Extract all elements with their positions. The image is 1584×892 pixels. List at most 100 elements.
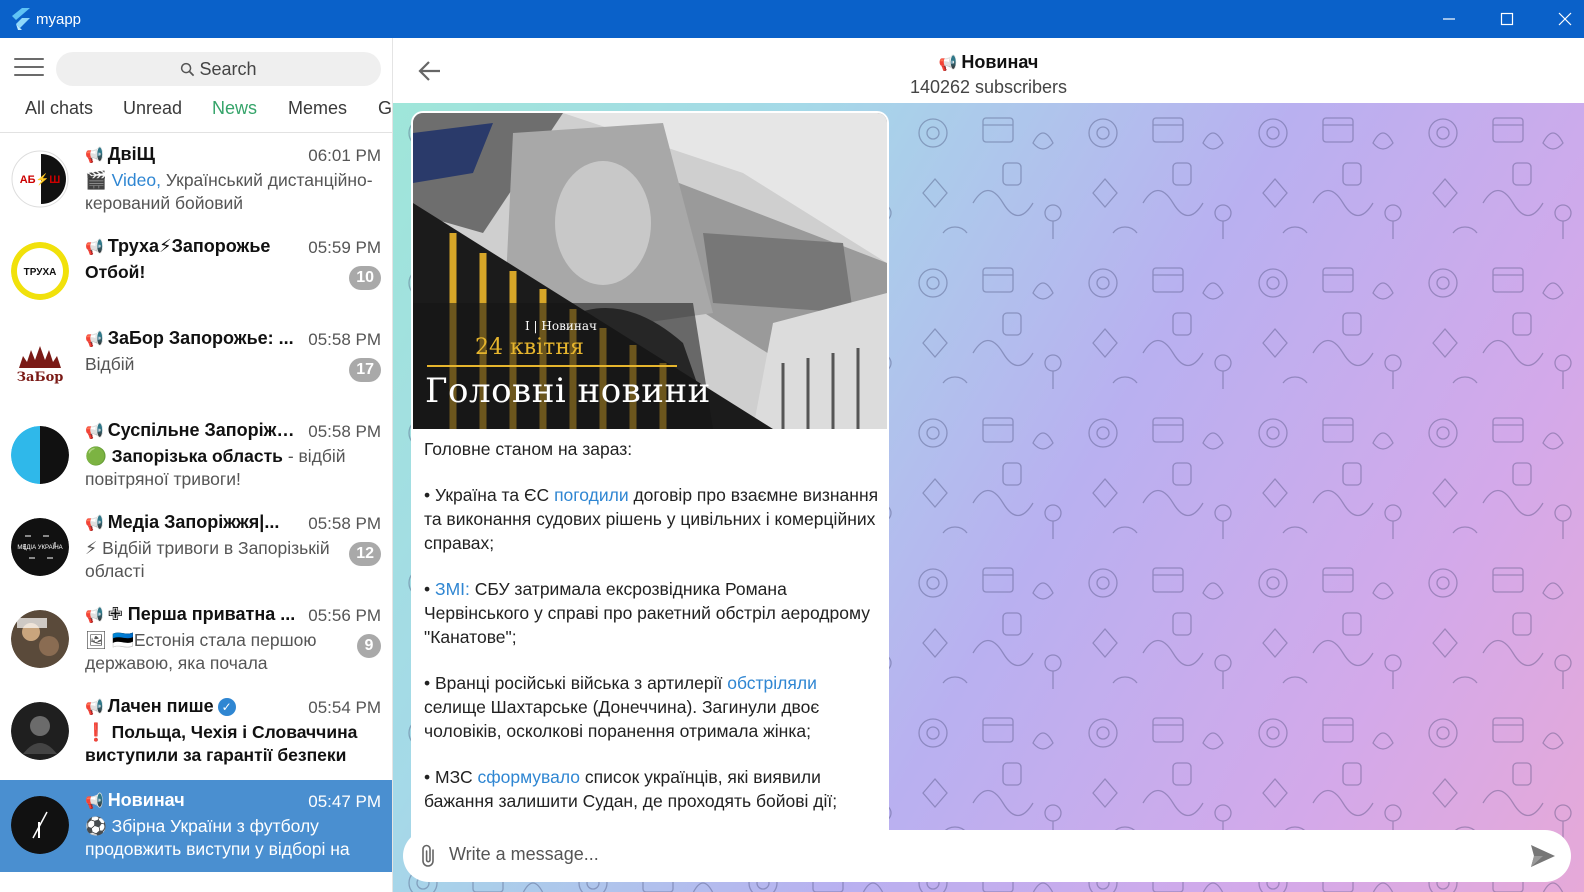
image-date: 24 квітня (475, 335, 584, 360)
megaphone-icon: 📢 (85, 239, 104, 256)
send-icon[interactable] (1529, 843, 1557, 869)
unread-badge: 12 (349, 542, 381, 566)
megaphone-icon: 📢 (85, 331, 104, 348)
chat-time: 05:54 PM (308, 698, 381, 717)
chat-name: 📢 Новинач (85, 790, 185, 810)
chat-name: 📢 ✙ Перша приватна ... (85, 604, 296, 624)
svg-text:ЗаБор: ЗаБор (17, 370, 64, 385)
chat-time: 05:59 PM (308, 238, 381, 257)
chat-name: 📢 ЗаБор Запорожье: ... (85, 328, 294, 348)
post-link[interactable]: сформувало (477, 767, 580, 787)
avatar: МЕДІА УКРАЇНА (11, 518, 69, 576)
chat-item[interactable]: ТРУХА 📢 Труха⚡Запорожье 05:59 PM Отбой! 1… (0, 226, 392, 318)
megaphone-icon: 📢 (85, 423, 104, 440)
megaphone-icon: 📢 (85, 515, 104, 532)
title-bar: myapp (0, 0, 1584, 38)
avatar (11, 796, 69, 854)
post-item: • МЗС сформувало список українців, які в… (424, 767, 838, 811)
verified-icon: ✓ (217, 698, 236, 716)
chat-preview: Відбій (85, 354, 135, 374)
chat-preview: Отбой! (85, 262, 146, 282)
avatar: ЗаБор (11, 334, 69, 392)
svg-text:АБ⚡Ш: АБ⚡Ш (20, 173, 61, 186)
chat-name: 📢 Труха⚡Запорожье (85, 236, 271, 256)
folder-tabs: All chats Unread News Memes G (0, 94, 392, 130)
app-title: myapp (36, 11, 82, 28)
search-label: Search (199, 58, 257, 79)
chat-time: 06:01 PM (308, 146, 381, 165)
app-logo-icon (12, 8, 30, 30)
post-item: • Україна та ЄС погодили договір про вза… (424, 485, 879, 553)
avatar (11, 426, 69, 484)
post-image[interactable]: І | Новинач 24 квітня Головні новини (413, 113, 887, 429)
chat-preview: ⚽ Збірна України з футболу продовжить ви… (85, 816, 350, 859)
chat-item[interactable]: 📢 ✙ Перша приватна ... 05:56 PM 🖼 🇪🇪Естон… (0, 594, 392, 686)
tab-all-chats[interactable]: All chats (25, 98, 93, 119)
video-thumb-icon: 🎬 (85, 170, 112, 190)
megaphone-icon: 📢 (85, 793, 104, 810)
chat-time: 05:58 PM (308, 514, 381, 533)
image-title: Головні новини (425, 371, 711, 411)
search-icon (181, 62, 195, 76)
chat-preview: 🎬 Video, Український дистанційно-керован… (85, 170, 373, 213)
post-item: • Вранці російські війська з артилерії о… (424, 673, 820, 741)
close-icon (1558, 12, 1572, 26)
svg-text:ТРУХА: ТРУХА (24, 267, 57, 278)
maximize-icon (1500, 12, 1514, 26)
chat-preview: 🖼 🇪🇪Естонія стала першою державою, яка п… (85, 630, 317, 673)
chat-item[interactable]: МЕДІА УКРАЇНА 📢 Медіа Запоріжжя|... 05:58… (0, 502, 392, 594)
chat-item-selected[interactable]: 📢 Новинач 05:47 PM ⚽ Збірна України з фут… (0, 780, 392, 872)
tab-unread[interactable]: Unread (123, 98, 182, 119)
post-link[interactable]: погодили (554, 485, 629, 505)
avatar (11, 702, 69, 760)
attach-icon[interactable] (417, 843, 441, 869)
message-input[interactable] (449, 844, 1349, 865)
avatar (11, 610, 69, 668)
unread-badge: 17 (349, 358, 381, 382)
post-text: Головне станом на зараз: • Україна та ЄС… (424, 437, 879, 835)
channel-title[interactable]: 📢 Новинач (393, 52, 1584, 73)
chat-name: 📢 Лачен пише ✓ (85, 696, 300, 717)
chat-item[interactable]: ЗаБор 📢 ЗаБор Запорожье: ... 05:58 PM Від… (0, 318, 392, 410)
minimize-button[interactable] (1420, 0, 1478, 38)
tab-memes[interactable]: Memes (288, 98, 347, 119)
unread-badge: 9 (357, 634, 381, 658)
chat-list-panel: Search All chats Unread News Memes G АБ⚡… (0, 38, 393, 892)
tab-more[interactable]: G (378, 98, 392, 119)
chat-item[interactable]: 📢 Лачен пише ✓ 05:54 PM ❗ Польща, Чехія і … (0, 686, 392, 778)
megaphone-icon: 📢 (85, 607, 104, 624)
chat-item[interactable]: 📢 Суспільне Запоріжж... 05:58 PM 🟢 Запорі… (0, 410, 392, 502)
hamburger-icon[interactable] (14, 58, 44, 80)
post-intro: Головне станом на зараз: (424, 439, 633, 459)
chat-name: 📢 Медіа Запоріжжя|... (85, 512, 280, 532)
subscriber-count: 140262 subscribers (909, 77, 1068, 97)
tab-news[interactable]: News (212, 98, 257, 119)
conversation-panel: 📢 Новинач 140262 subscribers І | Новинач… (393, 38, 1584, 892)
message-composer (403, 830, 1571, 882)
chat-preview: 🟢 Запорізька область - відбій повітряної… (85, 446, 346, 489)
post-link[interactable]: обстріляли (727, 673, 817, 693)
chat-name: 📢 Суспільне Запоріжж... (85, 420, 300, 440)
chat-preview: ⚡ Відбій тривоги в Запорізькій області (85, 538, 330, 581)
post-link[interactable]: ЗМІ: (435, 579, 470, 599)
chat-header: 📢 Новинач 140262 subscribers (393, 38, 1584, 103)
image-divider (427, 365, 677, 367)
unread-badge: 10 (349, 266, 381, 290)
megaphone-icon: 📢 (85, 147, 104, 164)
media-thumb-icon: ⚽ (85, 816, 112, 836)
svg-text:МЕДІА УКРАЇНА: МЕДІА УКРАЇНА (17, 544, 62, 551)
chat-time: 05:56 PM (308, 606, 381, 625)
post-item: • ЗМІ: СБУ затримала ексрозвідника Роман… (424, 579, 870, 647)
close-button[interactable] (1536, 0, 1584, 38)
chat-wallpaper: І | Новинач 24 квітня Головні новини Гол… (393, 103, 1584, 892)
avatar: АБ⚡Ш (11, 150, 69, 208)
channel-post: І | Новинач 24 квітня Головні новини Гол… (411, 111, 889, 841)
chat-time: 05:58 PM (308, 330, 381, 349)
image-brand-label: І | Новинач (525, 319, 597, 333)
chat-preview: ❗ Польща, Чехія і Словаччина виступили з… (85, 722, 358, 765)
search-bar[interactable]: Search (56, 52, 381, 86)
maximize-button[interactable] (1478, 0, 1536, 38)
tabs-divider (0, 132, 392, 133)
megaphone-icon: 📢 (938, 55, 958, 72)
chat-item[interactable]: АБ⚡Ш 📢 ДвіЩ 06:01 PM 🎬 Video, Український… (0, 134, 392, 226)
